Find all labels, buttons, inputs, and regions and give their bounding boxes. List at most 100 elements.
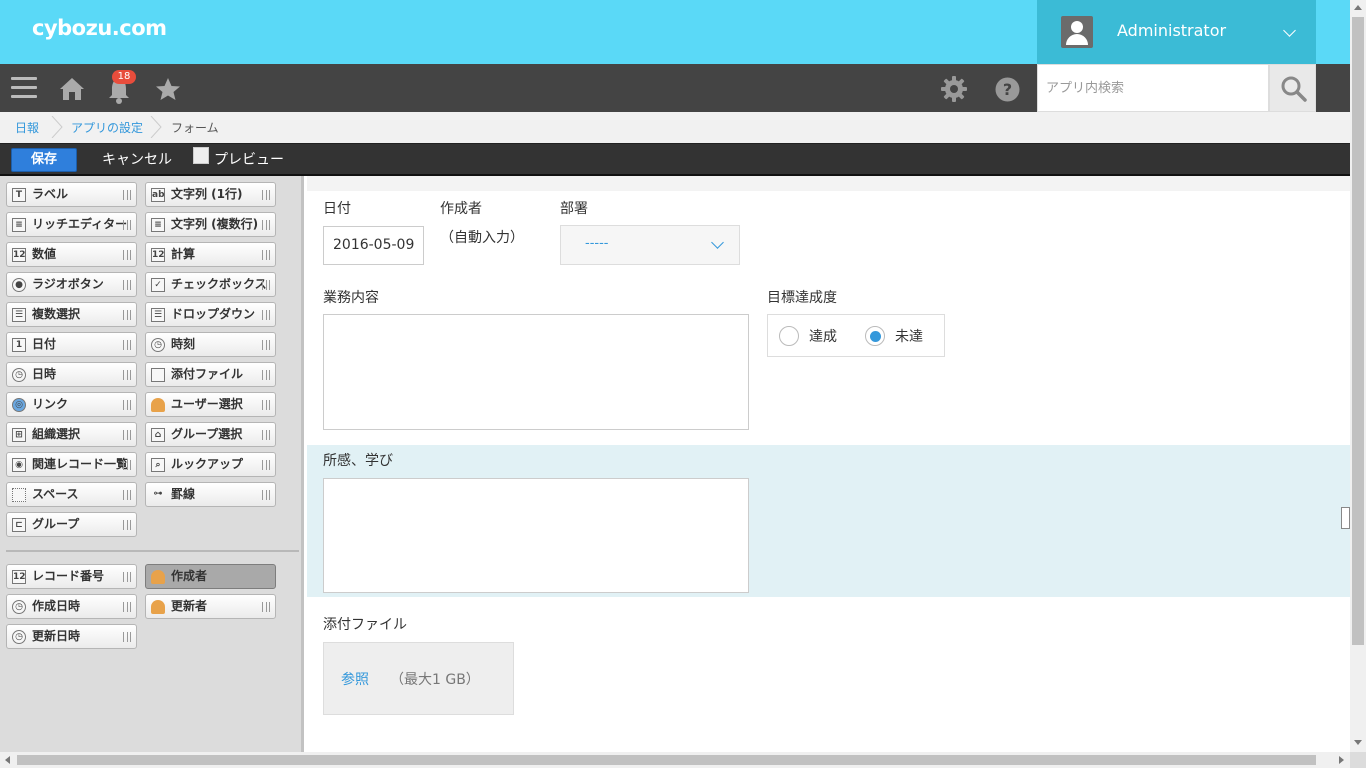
palette-item-radio[interactable]: ● ラジオボタン (6, 272, 137, 297)
palette-item-creator[interactable]: 作成者 (145, 564, 276, 589)
drag-grip-icon (262, 220, 270, 230)
reflection-textarea[interactable] (323, 478, 749, 593)
palette-item-dropdown[interactable]: ☰ ドロップダウン (145, 302, 276, 327)
multi-line-text-icon: ≡ (151, 218, 165, 232)
avatar (1061, 16, 1093, 48)
number-icon: 12 (12, 248, 26, 262)
chevron-down-icon (1283, 24, 1296, 37)
star-icon[interactable] (155, 77, 181, 101)
drag-grip-icon (123, 490, 131, 500)
user-icon (151, 570, 165, 584)
text-T-icon: T (12, 188, 26, 202)
globe-icon: ◎ (12, 398, 26, 412)
palette-item-number[interactable]: 12 数値 (6, 242, 137, 267)
drag-grip-icon (262, 602, 270, 612)
clock-icon: ◷ (12, 600, 26, 614)
palette-item-group-select[interactable]: ⌂ グループ選択 (145, 422, 276, 447)
lookup-icon: ⌕ (151, 458, 165, 472)
radio-not-achieved-label: 未達 (895, 329, 923, 345)
palette-item-record-number[interactable]: 12 レコード番号 (6, 564, 137, 589)
dept-dropdown[interactable]: ----- (560, 225, 740, 265)
reflection-row: 所感、学び (307, 445, 1350, 597)
palette-item-file[interactable]: 添付ファイル (145, 362, 276, 387)
breadcrumb-app-settings[interactable]: アプリの設定 (71, 119, 143, 136)
palette-item-updater[interactable]: 更新者 (145, 594, 276, 619)
field-palette: T ラベル ab 文字列 (1行) ≡ リッチエディター ≡ 文字列 (複数行) 12 数… (0, 176, 304, 752)
palette-item-user-select[interactable]: ユーザー選択 (145, 392, 276, 417)
goal-field-label: 目標達成度 (767, 290, 837, 306)
horizontal-scroll-thumb[interactable] (17, 755, 1316, 765)
cancel-button[interactable]: キャンセル (102, 149, 172, 169)
org-icon: ⊞ (12, 428, 26, 442)
reflection-field-label: 所感、学び (323, 453, 393, 469)
multi-select-icon: ☰ (12, 308, 26, 322)
palette-item-datetime[interactable]: ◷ 日時 (6, 362, 137, 387)
palette-item-space[interactable]: スペース (6, 482, 137, 507)
palette-item-date[interactable]: 1 日付 (6, 332, 137, 357)
palette-item-label[interactable]: T ラベル (6, 182, 137, 207)
palette-item-time[interactable]: ◷ 時刻 (145, 332, 276, 357)
breadcrumb-app[interactable]: 日報 (15, 119, 39, 136)
logo[interactable]: cybozu.com (32, 16, 167, 40)
palette-item-multi-line-text[interactable]: ≡ 文字列 (複数行) (145, 212, 276, 237)
home-icon[interactable] (59, 76, 85, 102)
drag-grip-icon (123, 190, 131, 200)
palette-item-single-line-text[interactable]: ab 文字列 (1行) (145, 182, 276, 207)
menu-icon[interactable] (11, 77, 37, 99)
vertical-scroll-thumb[interactable] (1352, 17, 1364, 645)
app-search[interactable] (1037, 64, 1269, 112)
palette-item-related-records[interactable]: ◉ 関連レコード一覧 (6, 452, 137, 477)
search-icon (1281, 76, 1307, 102)
palette-divider (6, 550, 299, 552)
scroll-left-icon[interactable] (5, 756, 10, 764)
drag-grip-icon (123, 310, 131, 320)
dept-dropdown-value: ----- (585, 236, 609, 251)
palette-item-group[interactable]: ⊏ グループ (6, 512, 137, 537)
drag-grip-icon (123, 340, 131, 350)
palette-item-updated-at[interactable]: ◷ 更新日時 (6, 624, 137, 649)
task-field-label: 業務内容 (323, 290, 379, 306)
help-icon[interactable]: ? (995, 77, 1020, 102)
scroll-down-icon[interactable] (1354, 740, 1362, 745)
datetime-icon: ◷ (12, 368, 26, 382)
task-textarea[interactable] (323, 314, 749, 430)
palette-item-lookup[interactable]: ⌕ ルックアップ (145, 452, 276, 477)
drag-grip-icon (123, 460, 131, 470)
radio-achieved[interactable] (779, 326, 799, 346)
clock-icon: ◷ (151, 338, 165, 352)
search-button[interactable] (1269, 64, 1316, 112)
browse-link[interactable]: 参照 (341, 669, 369, 689)
user-menu[interactable]: Administrator (1037, 0, 1316, 64)
vertical-scrollbar[interactable] (1350, 0, 1366, 752)
palette-item-org-select[interactable]: ⊞ 組織選択 (6, 422, 137, 447)
date-field[interactable]: 2016-05-09 (323, 226, 424, 265)
drag-grip-icon (123, 220, 131, 230)
palette-item-rich-editor[interactable]: ≡ リッチエディター (6, 212, 137, 237)
drag-grip-icon (262, 460, 270, 470)
number-icon: 12 (12, 570, 26, 584)
notification-badge: 18 (112, 70, 136, 84)
palette-item-calc[interactable]: 12 計算 (145, 242, 276, 267)
radio-not-achieved[interactable] (865, 326, 885, 346)
breadcrumb-form: フォーム (171, 121, 219, 135)
resize-handle[interactable] (1341, 507, 1350, 529)
drag-grip-icon (123, 602, 131, 612)
palette-item-border-line[interactable]: ⊶ 罫線 (145, 482, 276, 507)
save-button[interactable]: 保存 (11, 148, 77, 172)
related-records-icon: ◉ (12, 458, 26, 472)
palette-item-link[interactable]: ◎ リンク (6, 392, 137, 417)
header-bar: cybozu.com Administrator (0, 0, 1350, 64)
palette-item-multi-select[interactable]: ☰ 複数選択 (6, 302, 137, 327)
search-input[interactable] (1038, 65, 1268, 111)
palette-item-created-at[interactable]: ◷ 作成日時 (6, 594, 137, 619)
attach-limit: （最大1 GB） (390, 672, 480, 688)
scroll-up-icon[interactable] (1354, 5, 1362, 10)
checkbox-icon: ✓ (151, 278, 165, 292)
horizontal-scrollbar[interactable] (0, 752, 1350, 768)
gear-icon[interactable] (941, 76, 967, 102)
palette-item-checkbox[interactable]: ✓ チェックボックス (145, 272, 276, 297)
preview-button[interactable]: プレビュー (214, 149, 284, 169)
drag-grip-icon (123, 572, 131, 582)
scroll-right-icon[interactable] (1339, 756, 1344, 764)
user-icon (151, 398, 165, 412)
